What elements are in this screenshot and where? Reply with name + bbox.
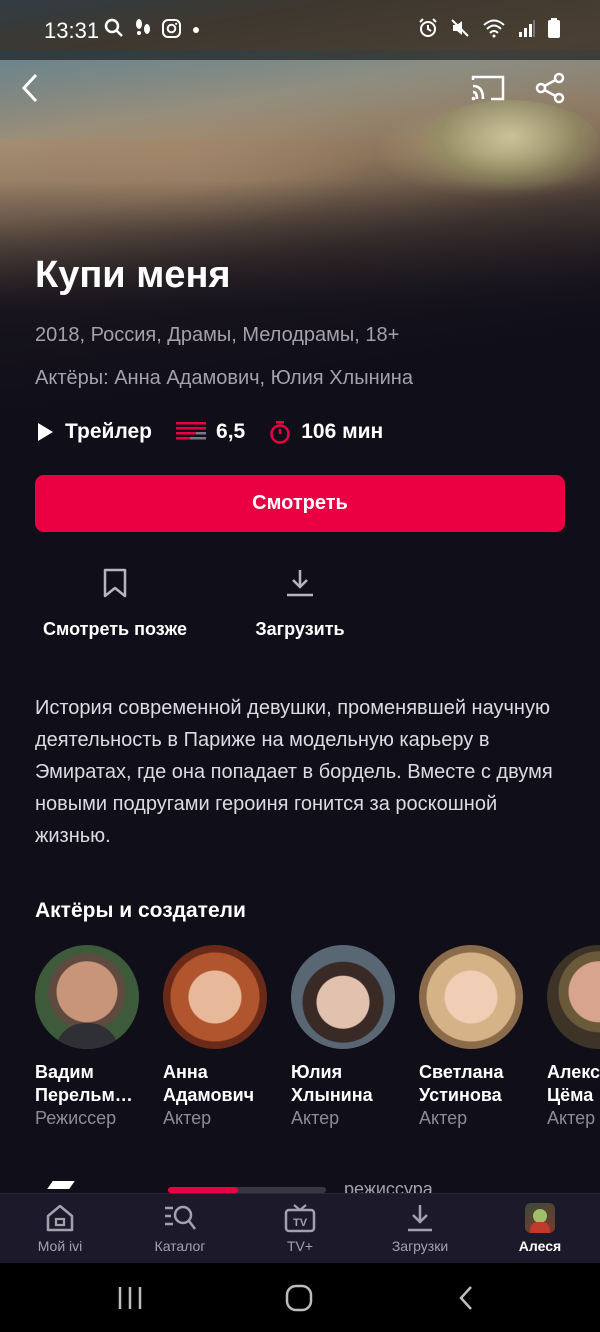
trailer-button[interactable]: Трейлер: [35, 420, 152, 444]
partial-logo: [47, 1181, 75, 1189]
tab-label: Загрузки: [391, 1238, 449, 1254]
instagram-icon: [162, 18, 181, 43]
share-icon: [535, 72, 565, 104]
cast-section-title[interactable]: Актёры и создатели: [35, 899, 246, 923]
bottom-tab-bar: Мой ivi Каталог TV TV+ Загрузки Алеся: [0, 1193, 600, 1263]
person-card[interactable]: Юлия Хлынина Актер: [291, 945, 403, 1129]
recent-apps-icon: [118, 1287, 142, 1309]
movie-meta: 2018, Россия, Драмы, Мелодрамы, 18+: [35, 324, 400, 346]
info-row: Трейлер 6,5 106 мин: [35, 416, 407, 448]
home-nav-button[interactable]: [279, 1283, 319, 1313]
profile-avatar: [525, 1203, 555, 1233]
movie-title: Купи меня: [35, 254, 231, 296]
duration: 106 мин: [269, 420, 383, 444]
hero-resort: [420, 100, 600, 190]
person-avatar: [419, 945, 523, 1049]
person-avatar: [291, 945, 395, 1049]
tab-tv-plus[interactable]: TV TV+: [240, 1202, 360, 1254]
mute-icon: [450, 18, 470, 43]
recent-apps-button[interactable]: [110, 1283, 150, 1313]
steps-icon: [134, 18, 152, 43]
download-label: Загрузить: [255, 619, 345, 639]
tab-catalog[interactable]: Каталог: [120, 1202, 240, 1254]
cast-button[interactable]: [468, 68, 508, 108]
person-card[interactable]: Светлана Устинова Актер: [419, 945, 531, 1129]
home-icon: [43, 1202, 77, 1234]
download-button[interactable]: Загрузить: [240, 565, 360, 640]
tab-label: Алеся: [518, 1238, 562, 1254]
duration-value: 106 мин: [301, 420, 384, 443]
status-bar: 13:31: [0, 0, 600, 60]
person-name: Алекс Цёма: [547, 1062, 600, 1105]
movie-actors: Актёры: Анна Адамович, Юлия Хлынина: [35, 367, 413, 389]
person-name: Светлана Устинова: [419, 1062, 504, 1105]
bookmark-icon: [98, 565, 132, 601]
person-name: Юлия Хлынина: [291, 1062, 373, 1105]
rating-value: 6,5: [216, 420, 246, 443]
person-name: Вадим Перельм…: [35, 1062, 133, 1105]
catalog-search-icon: [163, 1202, 197, 1234]
movie-description: История современной девушки, променявшей…: [35, 697, 553, 847]
chevron-left-icon: [21, 73, 38, 103]
person-name: Анна Адамович: [163, 1062, 255, 1105]
home-circle-icon: [285, 1284, 313, 1312]
share-button[interactable]: [530, 68, 570, 108]
timer-icon: [270, 421, 290, 444]
status-left-icons: [104, 18, 201, 43]
person-role: Актер: [163, 1108, 212, 1128]
back-button[interactable]: [10, 68, 50, 108]
watch-later-label: Смотреть позже: [43, 619, 187, 639]
trailer-label: Трейлер: [65, 420, 153, 443]
download-icon: [403, 1202, 437, 1234]
profile-avatar-wrap: [523, 1202, 557, 1234]
person-avatar: [547, 945, 600, 1049]
watch-button[interactable]: Смотреть: [35, 475, 565, 532]
person-card[interactable]: Вадим Перельм… Режиссер: [35, 945, 147, 1129]
tab-profile[interactable]: Алеся: [480, 1202, 600, 1254]
person-card[interactable]: Анна Адамович Актер: [163, 945, 275, 1129]
watch-later-button[interactable]: Смотреть позже: [35, 565, 195, 640]
person-role: Актер: [291, 1108, 340, 1128]
back-nav-button[interactable]: [446, 1283, 486, 1313]
partial-next-section: режиссура: [0, 1175, 600, 1195]
search-icon: [104, 18, 124, 43]
wifi-icon: [482, 18, 506, 43]
tv-icon: TV: [283, 1202, 317, 1234]
dot-icon: [191, 22, 201, 40]
alarm-icon: [418, 18, 438, 43]
battery-icon: [548, 18, 560, 43]
person-avatar: [35, 945, 139, 1049]
svg-text:TV: TV: [293, 1217, 308, 1229]
play-icon: [38, 423, 53, 441]
download-icon: [283, 565, 317, 601]
person-avatar: [163, 945, 267, 1049]
status-time: 13:31: [44, 18, 100, 43]
hero-backdrop: [0, 0, 600, 470]
person-card[interactable]: Алекс Цёма Актер: [547, 945, 600, 1129]
tab-downloads[interactable]: Загрузки: [360, 1202, 480, 1254]
tab-label: TV+: [286, 1238, 314, 1254]
cast-carousel[interactable]: Вадим Перельм… Режиссер Анна Адамович Ак…: [35, 945, 600, 1145]
system-nav-bar: [0, 1263, 600, 1332]
person-role: Режиссер: [35, 1108, 117, 1128]
signal-icon: [518, 18, 536, 43]
person-role: Актер: [547, 1108, 596, 1128]
rating-bars-icon: [176, 422, 207, 440]
cast-icon: [471, 75, 505, 101]
rating: 6,5: [176, 420, 245, 444]
tab-label: Каталог: [154, 1238, 206, 1254]
tab-my-ivi[interactable]: Мой ivi: [0, 1202, 120, 1254]
status-right-icons: [418, 18, 560, 43]
person-role: Актер: [419, 1108, 468, 1128]
tab-label: Мой ivi: [37, 1238, 83, 1254]
back-arrow-icon: [459, 1286, 472, 1310]
